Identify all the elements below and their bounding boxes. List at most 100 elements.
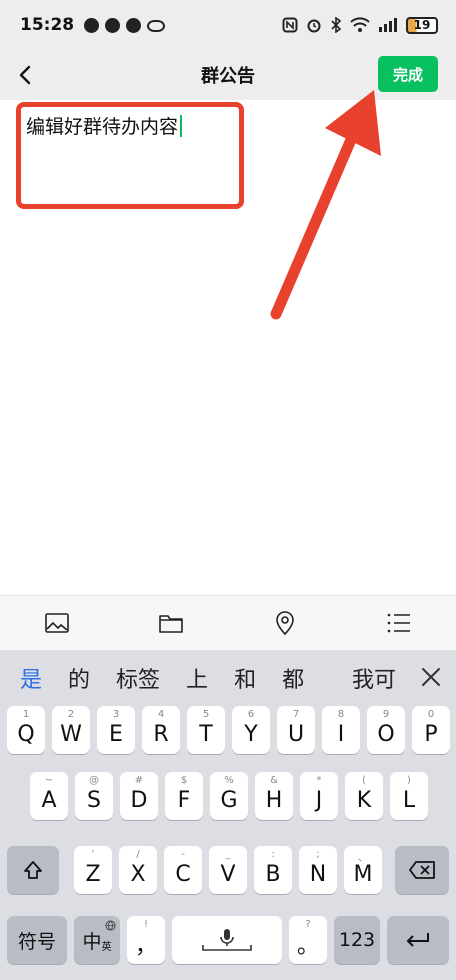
key-r[interactable]: 4R	[142, 706, 180, 754]
key-f[interactable]: $ F	[165, 772, 203, 820]
done-button[interactable]: 完成	[378, 56, 438, 92]
candidate-word[interactable]: 我可	[352, 662, 396, 694]
key-o[interactable]: 9O	[367, 706, 405, 754]
key-c[interactable]: -C	[164, 846, 202, 894]
key-label: M	[353, 861, 373, 887]
key-v[interactable]: _ V	[209, 846, 247, 894]
candidate-word[interactable]: 和	[234, 662, 256, 694]
announcement-editor[interactable]: 编辑好群待办内容	[0, 100, 456, 595]
key-label: G	[220, 787, 238, 813]
space-key[interactable]	[172, 916, 282, 964]
candidate-word[interactable]: 标签	[116, 662, 160, 694]
folder-icon[interactable]	[156, 608, 186, 638]
numbers-key[interactable]: 123	[334, 916, 380, 964]
page-title: 群公告	[201, 66, 255, 87]
key-sub-label: /	[136, 849, 140, 860]
key-w[interactable]: 2W	[52, 706, 90, 754]
key-a[interactable]: ~ A	[30, 772, 68, 820]
key-label: N	[309, 861, 327, 887]
key-e[interactable]: 3E	[97, 706, 135, 754]
key-sub-label: 6	[247, 709, 255, 720]
close-candidates-icon[interactable]	[420, 666, 442, 688]
notification-icons	[84, 17, 166, 33]
key-i[interactable]: 8I	[322, 706, 360, 754]
key-label: A	[41, 787, 57, 813]
key-label: Q	[17, 721, 35, 747]
key-p[interactable]: 0P	[412, 706, 450, 754]
enter-key[interactable]	[387, 916, 449, 964]
keyboard-row-3: ' Z / X - C _ V: B; N、 M	[0, 846, 456, 894]
key-sub-label: -	[181, 849, 185, 860]
key-sub-label: #	[134, 775, 144, 786]
key-u[interactable]: 7U	[277, 706, 315, 754]
back-arrow-icon[interactable]	[16, 64, 36, 86]
key-label: K	[356, 787, 372, 813]
eye-icon	[147, 19, 166, 32]
numbers-key-label: 123	[338, 929, 376, 951]
comma-key-label: ，	[134, 934, 157, 959]
period-key[interactable]: ?。	[289, 916, 327, 964]
key-m[interactable]: 、 M	[344, 846, 382, 894]
keyboard-row-2: ~ A @ S # D $ F% G & H * J(K) L	[0, 772, 456, 820]
key-k[interactable]: (K	[345, 772, 383, 820]
key-label: J	[315, 787, 323, 813]
backspace-key[interactable]	[395, 846, 449, 894]
key-j[interactable]: * J	[300, 772, 338, 820]
period-key-sub: ?	[305, 919, 311, 930]
key-sub-label: _	[225, 849, 231, 860]
key-label: P	[424, 721, 438, 747]
comma-key[interactable]: !，	[127, 916, 165, 964]
key-s[interactable]: @ S	[75, 772, 113, 820]
keyboard: 是 的 标签 上 和 都 我可 1Q2W3E4R5T6Y7U8I9O0P ~ A @…	[0, 650, 456, 980]
key-d[interactable]: # D	[120, 772, 158, 820]
status-time: 15:28	[20, 15, 75, 35]
candidate-word[interactable]: 的	[68, 662, 90, 694]
key-label: Z	[85, 861, 101, 887]
key-label: Y	[244, 721, 258, 747]
comma-key-sub: !	[143, 919, 148, 930]
candidate-word-clipped-container: 我可	[352, 650, 408, 706]
symbols-key[interactable]: 符号	[7, 916, 67, 964]
candidate-word[interactable]: 都	[282, 662, 304, 694]
key-sub-label: @	[89, 775, 99, 786]
status-bar: 15:28 19	[0, 0, 456, 50]
key-y[interactable]: 6Y	[232, 706, 270, 754]
list-icon[interactable]	[384, 608, 414, 638]
key-t[interactable]: 5T	[187, 706, 225, 754]
wifi-icon	[350, 17, 370, 32]
candidate-word[interactable]: 是	[20, 662, 42, 694]
language-switch-key[interactable]: 中英	[74, 916, 120, 964]
app-notification-icon	[84, 17, 100, 33]
enter-icon	[406, 933, 429, 947]
key-q[interactable]: 1Q	[7, 706, 45, 754]
key-label: U	[287, 721, 305, 747]
key-label: X	[130, 861, 146, 887]
key-label: T	[199, 721, 213, 747]
candidate-word[interactable]: 上	[186, 662, 208, 694]
image-icon[interactable]	[42, 608, 72, 638]
key-sub-label: ~	[44, 775, 54, 786]
annotation-highlight-box	[16, 102, 244, 209]
key-label: L	[402, 787, 416, 813]
app-notification-icon	[105, 17, 121, 33]
microphone-icon	[202, 929, 252, 951]
shift-key[interactable]	[7, 846, 59, 894]
key-z[interactable]: ' Z	[74, 846, 112, 894]
key-h[interactable]: & H	[255, 772, 293, 820]
key-x[interactable]: / X	[119, 846, 157, 894]
key-sub-label: (	[362, 775, 366, 786]
key-sub-label: 、	[358, 853, 368, 864]
key-label: I	[337, 721, 345, 747]
location-icon[interactable]	[270, 608, 300, 638]
signal-icon	[379, 18, 397, 32]
key-b[interactable]: :B	[254, 846, 292, 894]
key-label: V	[220, 861, 236, 887]
key-l[interactable]: ) L	[390, 772, 428, 820]
key-sub-label: *	[316, 775, 322, 786]
key-sub-label: 1	[22, 709, 30, 720]
key-sub-label: 9	[382, 709, 390, 720]
language-main-label: 中	[82, 930, 102, 953]
key-g[interactable]: % G	[210, 772, 248, 820]
period-key-label: 。	[296, 934, 319, 959]
key-n[interactable]: ; N	[299, 846, 337, 894]
